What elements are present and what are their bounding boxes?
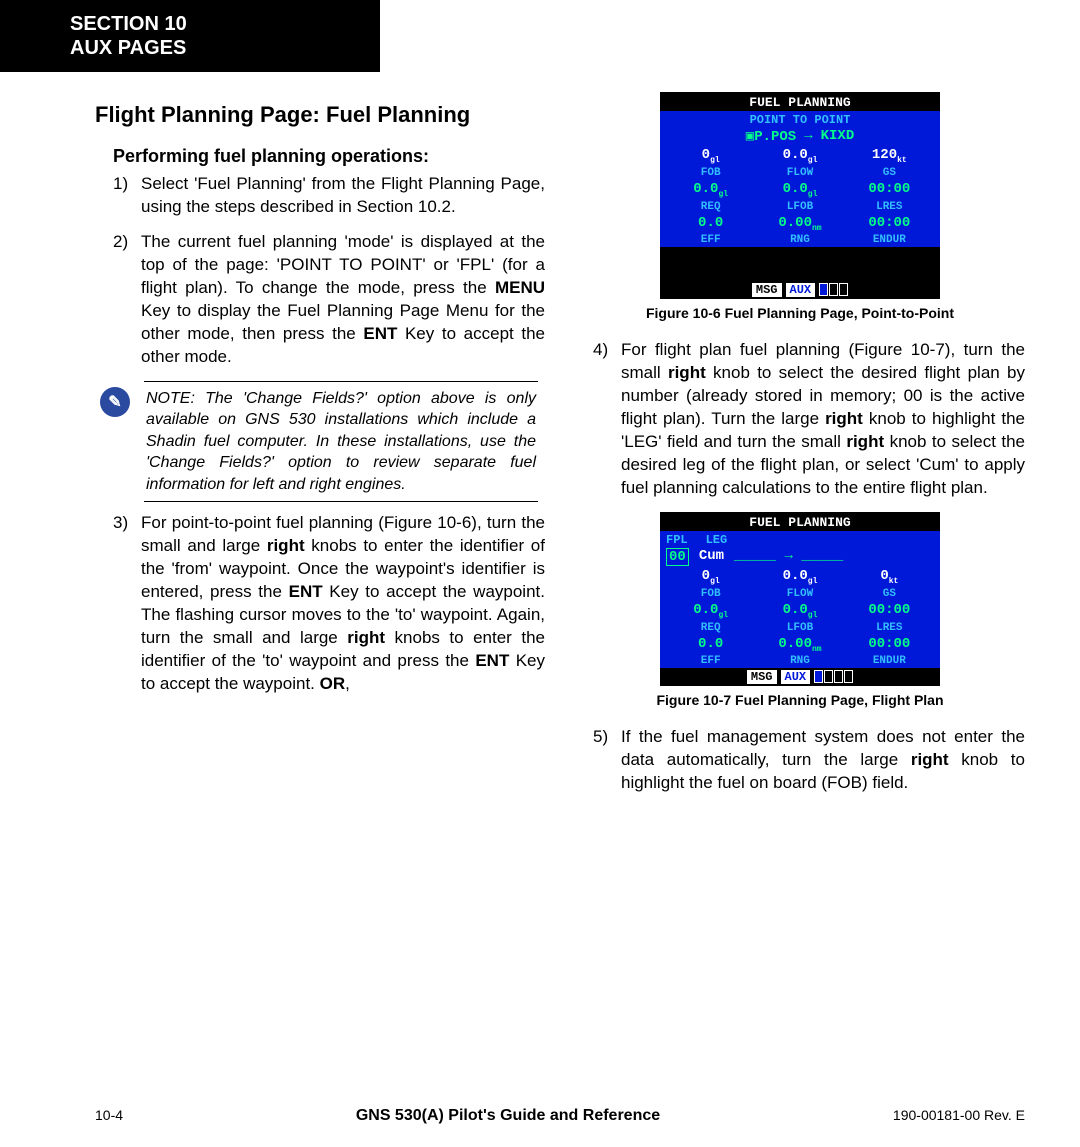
doc-revision: 190-00181-00 Rev. E bbox=[893, 1107, 1025, 1123]
av1-to: KIXD bbox=[821, 128, 855, 145]
step-5: 5)If the fuel management system does not… bbox=[593, 726, 1025, 795]
step-body: If the fuel management system does not e… bbox=[621, 726, 1025, 795]
step-number: 2) bbox=[113, 231, 141, 369]
av1-from: ▣P.POS bbox=[746, 128, 796, 145]
step-number: 1) bbox=[113, 173, 141, 219]
note-icon: ✎ bbox=[100, 387, 130, 417]
page-number: 10-4 bbox=[95, 1107, 123, 1123]
figure-10-6-caption: Figure 10-6 Fuel Planning Page, Point-to… bbox=[575, 305, 1025, 321]
figure-10-6: FUEL PLANNING POINT TO POINT ▣P.POS → KI… bbox=[575, 92, 1025, 321]
page-footer: 10-4 GNS 530(A) Pilot's Guide and Refere… bbox=[0, 1107, 1080, 1125]
subheading: Performing fuel planning operations: bbox=[113, 146, 545, 167]
avionics-display-1: FUEL PLANNING POINT TO POINT ▣P.POS → KI… bbox=[660, 92, 940, 299]
step-number: 5) bbox=[593, 726, 621, 795]
step-item: 5)If the fuel management system does not… bbox=[593, 726, 1025, 795]
step-item: 4)For flight plan fuel planning (Figure … bbox=[593, 339, 1025, 500]
aux-indicator: AUX bbox=[786, 283, 816, 297]
av1-title: FUEL PLANNING bbox=[715, 94, 885, 111]
section-header: SECTION 10 AUX PAGES bbox=[0, 0, 380, 72]
footer-title: GNS 530(A) Pilot's Guide and Reference bbox=[356, 1107, 660, 1125]
step-body: For point-to-point fuel planning (Figure… bbox=[141, 512, 545, 696]
step-item: 2)The current fuel planning 'mode' is di… bbox=[113, 231, 545, 369]
steps-list-left: 1)Select 'Fuel Planning' from the Flight… bbox=[113, 173, 545, 369]
fpl-number: 00 bbox=[666, 548, 689, 566]
section-line2: AUX PAGES bbox=[70, 36, 360, 60]
step-item: 3)For point-to-point fuel planning (Figu… bbox=[113, 512, 545, 696]
avionics-display-2: FUEL PLANNING FPLLEG 00 Cum _____ → ____… bbox=[660, 512, 940, 686]
figure-10-7-caption: Figure 10-7 Fuel Planning Page, Flight P… bbox=[575, 692, 1025, 708]
note-text: NOTE: The 'Change Fields?' option above … bbox=[144, 381, 538, 503]
right-column: FUEL PLANNING POINT TO POINT ▣P.POS → KI… bbox=[575, 92, 1025, 807]
step-4: 4)For flight plan fuel planning (Figure … bbox=[593, 339, 1025, 500]
step-body: The current fuel planning 'mode' is disp… bbox=[141, 231, 545, 369]
figure-10-7: FUEL PLANNING FPLLEG 00 Cum _____ → ____… bbox=[575, 512, 1025, 708]
note-block: ✎ NOTE: The 'Change Fields?' option abov… bbox=[100, 381, 545, 503]
msg-indicator: MSG bbox=[752, 283, 782, 297]
av2-title: FUEL PLANNING bbox=[715, 514, 885, 531]
step-number: 4) bbox=[593, 339, 621, 500]
section-line1: SECTION 10 bbox=[70, 12, 360, 36]
av1-mode: POINT TO POINT bbox=[660, 111, 940, 127]
arrow-icon: → bbox=[804, 128, 812, 145]
step-item: 1)Select 'Fuel Planning' from the Flight… bbox=[113, 173, 545, 219]
page-title: Flight Planning Page: Fuel Planning bbox=[95, 102, 545, 128]
step-number: 3) bbox=[113, 512, 141, 696]
step-body: Select 'Fuel Planning' from the Flight P… bbox=[141, 173, 545, 219]
msg-indicator: MSG bbox=[747, 670, 777, 684]
aux-indicator: AUX bbox=[781, 670, 811, 684]
step-body: For flight plan fuel planning (Figure 10… bbox=[621, 339, 1025, 500]
left-column: Flight Planning Page: Fuel Planning Perf… bbox=[95, 92, 545, 807]
step-3: 3)For point-to-point fuel planning (Figu… bbox=[113, 512, 545, 696]
